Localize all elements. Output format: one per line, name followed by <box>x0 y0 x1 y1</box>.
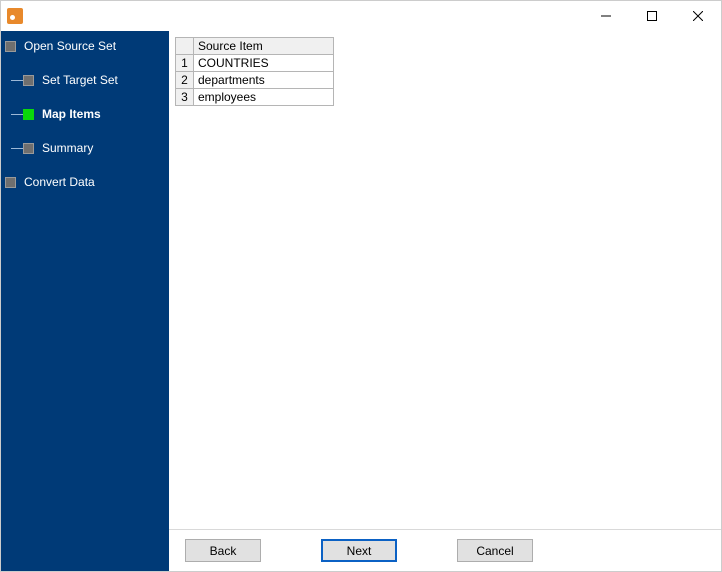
button-label: Cancel <box>476 544 513 558</box>
wizard-step-summary[interactable]: Summary <box>23 139 165 157</box>
step-marker-icon <box>23 109 34 120</box>
wizard-button-bar: Back Next Cancel <box>169 529 721 571</box>
row-number: 2 <box>176 72 194 89</box>
cell-source-item[interactable]: COUNTRIES <box>194 55 334 72</box>
minimize-icon <box>601 11 611 21</box>
next-button[interactable]: Next <box>321 539 397 562</box>
step-marker-icon <box>5 177 16 188</box>
cell-source-item[interactable]: employees <box>194 89 334 106</box>
table-row[interactable]: 2 departments <box>176 72 334 89</box>
step-label: Convert Data <box>24 175 95 189</box>
app-icon <box>7 8 23 24</box>
table-corner <box>176 38 194 55</box>
window-controls <box>583 1 721 31</box>
tree-connector <box>11 114 23 115</box>
wizard-step-map-items[interactable]: Map Items <box>23 105 165 123</box>
close-button[interactable] <box>675 1 721 31</box>
step-marker-icon <box>23 75 34 86</box>
maximize-button[interactable] <box>629 1 675 31</box>
tree-connector <box>11 80 23 81</box>
step-marker-icon <box>23 143 34 154</box>
cancel-button[interactable]: Cancel <box>457 539 533 562</box>
tree-connector <box>11 148 23 149</box>
wizard-sidebar: Open Source Set Set Target Set Map Items… <box>1 31 169 571</box>
cell-source-item[interactable]: departments <box>194 72 334 89</box>
wizard-step-convert-data[interactable]: Convert Data <box>5 173 165 191</box>
wizard-step-set-target-set[interactable]: Set Target Set <box>23 71 165 89</box>
step-label: Summary <box>42 141 93 155</box>
step-label: Set Target Set <box>42 73 118 87</box>
back-button[interactable]: Back <box>185 539 261 562</box>
title-bar <box>1 1 721 31</box>
step-label: Open Source Set <box>24 39 116 53</box>
table-header-row: Source Item <box>176 38 334 55</box>
column-header-source-item[interactable]: Source Item <box>194 38 334 55</box>
table-row[interactable]: 3 employees <box>176 89 334 106</box>
source-items-panel: Source Item 1 COUNTRIES 2 departments 3 … <box>169 31 721 529</box>
wizard-step-open-source-set[interactable]: Open Source Set <box>5 37 165 55</box>
source-items-table[interactable]: Source Item 1 COUNTRIES 2 departments 3 … <box>175 37 334 106</box>
button-label: Back <box>210 544 237 558</box>
button-label: Next <box>347 544 372 558</box>
step-label: Map Items <box>42 107 101 121</box>
step-marker-icon <box>5 41 16 52</box>
minimize-button[interactable] <box>583 1 629 31</box>
row-number: 3 <box>176 89 194 106</box>
close-icon <box>693 11 703 21</box>
maximize-icon <box>647 11 657 21</box>
row-number: 1 <box>176 55 194 72</box>
table-row[interactable]: 1 COUNTRIES <box>176 55 334 72</box>
